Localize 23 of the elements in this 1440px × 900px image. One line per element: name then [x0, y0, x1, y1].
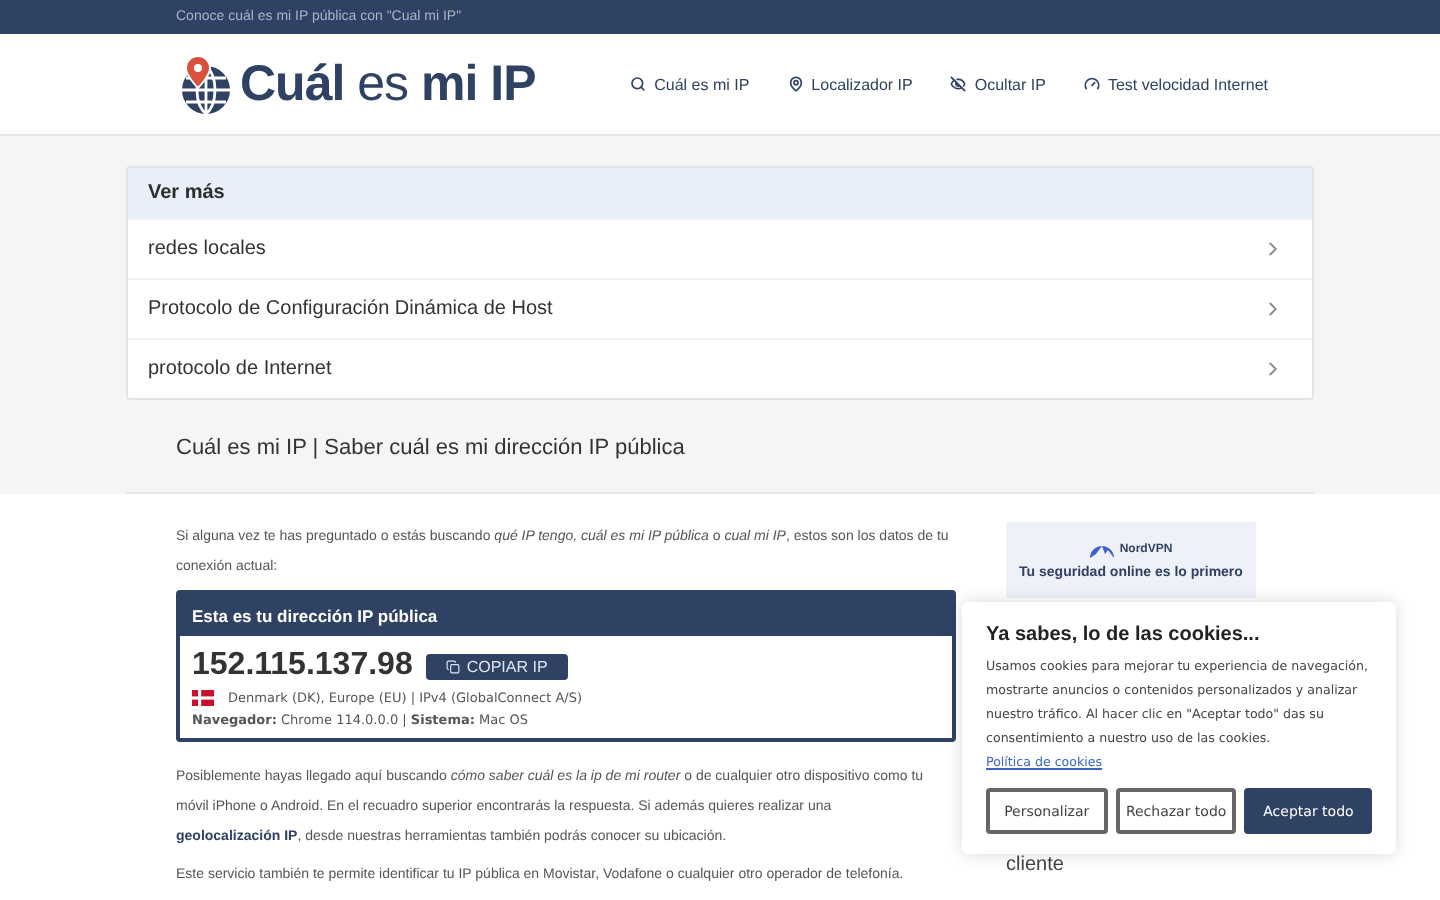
pin-icon [787, 76, 804, 92]
mountain-logo-icon [1089, 541, 1114, 557]
see-more-link[interactable]: redes locales [128, 218, 1312, 278]
flag-icon [192, 690, 214, 706]
copy-ip-button[interactable]: COPIAR IP [426, 653, 568, 679]
eye-off-icon [950, 76, 967, 92]
globe-pin-icon [176, 53, 236, 115]
nav-link[interactable]: Ocultar IP [950, 75, 1046, 93]
nav-link[interactable]: Test velocidad Internet [1083, 75, 1268, 93]
see-more-link[interactable]: Protocolo de Configuración Dinámica de Host [128, 278, 1312, 338]
search-icon [630, 76, 647, 92]
cookie-title: Ya sabes, lo de las cookies... [986, 624, 1262, 646]
sidebar-text: cliente [1006, 854, 1066, 876]
page-title: Cuál es mi IP | Saber cuál es mi dirección IP pública [176, 436, 685, 460]
see-more-title: Ver más [128, 168, 1312, 218]
logo-text[interactable]: Cuál es mi IP [240, 55, 536, 113]
nav-link[interactable]: Cuál es mi IP [630, 75, 750, 93]
ip-address: 152.115.137.98 [192, 648, 413, 684]
see-more-link[interactable]: protocolo de Internet [128, 338, 1312, 398]
ip-panel-title: Esta es tu dirección IP pública [180, 594, 952, 636]
gauge-icon [1083, 76, 1100, 92]
copy-icon [446, 659, 461, 673]
nav-link[interactable]: Localizador IP [787, 75, 913, 93]
